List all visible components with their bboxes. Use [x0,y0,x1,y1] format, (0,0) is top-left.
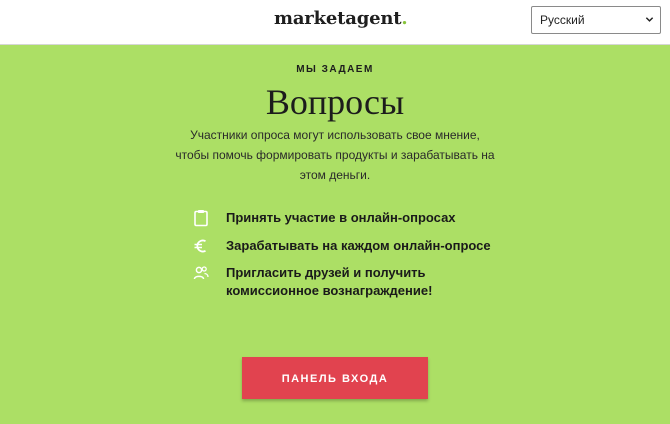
language-select[interactable]: Русский [531,6,661,34]
brand-logo[interactable]: marketagent. [274,8,408,30]
top-header: marketagent. Русский [0,0,670,45]
euro-icon [194,239,206,253]
logo-dot: . [401,8,408,29]
feature-item-surveys: Принять участие в онлайн-опросах [192,209,492,227]
hero-description: Участники опроса могут использовать свое… [175,128,495,182]
hero-kicker: МЫ ЗАДАЕМ [296,64,374,75]
login-panel-button[interactable]: ПАНЕЛЬ ВХОДА [242,357,428,399]
logo-text: marketagent [274,8,402,29]
feature-text: Пригласить друзей и получить комиссионно… [226,265,433,298]
page: marketagent. Русский МЫ ЗАДАЕМ Вопросы У… [0,0,670,424]
users-icon [193,266,209,280]
hero-title: Вопросы [265,82,405,122]
language-selected-value: Русский [540,13,585,27]
hero-section: МЫ ЗАДАЕМ Вопросы Участники опроса могут… [0,45,670,424]
feature-text: Принять участие в онлайн-опросах [226,210,456,225]
clipboard-icon [194,210,208,227]
feature-list: Принять участие в онлайн-опросах Зарабат… [192,209,492,300]
feature-item-invite: Пригласить друзей и получить комиссионно… [192,264,492,300]
feature-text: Зарабатывать на каждом онлайн-опросе [226,238,491,253]
feature-item-earn: Зарабатывать на каждом онлайн-опросе [192,237,492,255]
chevron-down-icon [645,17,654,22]
